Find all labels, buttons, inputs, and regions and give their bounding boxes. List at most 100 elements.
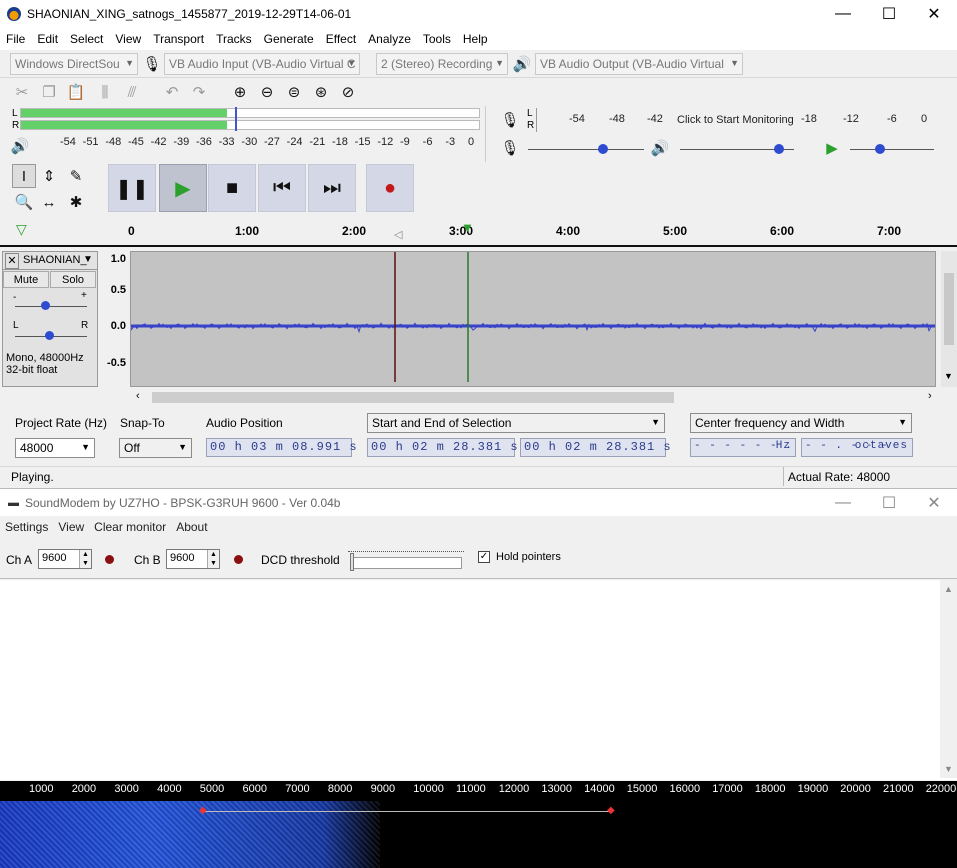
record-meter-microphone-icon[interactable]: 🎙: [498, 108, 522, 132]
playback-device-select[interactable]: VB Audio Output (VB-Audio Virtual ▼: [535, 53, 743, 75]
playback-volume-icon[interactable]: 🔊: [8, 134, 32, 158]
soundmodem-close-button[interactable]: ✕: [911, 489, 957, 517]
silence-audio-icon[interactable]: ⫻: [120, 80, 144, 104]
menu-file[interactable]: File: [0, 28, 31, 50]
undo-icon[interactable]: ↶: [160, 80, 184, 104]
menu-analyze[interactable]: Analyze: [362, 28, 417, 50]
pan-slider-thumb[interactable]: [45, 331, 54, 340]
monitor-scrollbar[interactable]: ▲ ▼: [940, 580, 957, 778]
record-meter-bar[interactable]: -54 -48 -42 Click to Start Monitoring -1…: [536, 108, 936, 132]
maximize-button[interactable]: ☐: [866, 0, 912, 28]
zoom-toggle-icon[interactable]: ⊘: [336, 80, 360, 104]
pause-button[interactable]: ❚❚: [108, 164, 156, 212]
playback-volume-thumb[interactable]: [774, 144, 784, 154]
spectral-selection-mode-select[interactable]: Center frequency and Width ▼: [690, 413, 912, 433]
scroll-left-icon[interactable]: ‹: [136, 390, 140, 402]
play-speed-slider[interactable]: [850, 149, 934, 150]
time-shift-tool-icon[interactable]: ↔: [37, 190, 61, 214]
vertical-scrollbar[interactable]: ▼: [941, 251, 957, 387]
horizontal-scrollbar[interactable]: ‹ ›: [130, 389, 940, 406]
zoom-tool-icon[interactable]: 🔍: [12, 190, 36, 214]
trim-audio-icon[interactable]: ⫼: [93, 80, 117, 104]
close-track-icon[interactable]: ✕: [5, 253, 19, 269]
multi-tool-icon[interactable]: ✱: [64, 190, 88, 214]
spinner-arrows-icon[interactable]: ▲ ▼: [207, 550, 219, 568]
skip-to-start-button[interactable]: ⏮: [258, 164, 306, 212]
recording-volume-thumb[interactable]: [598, 144, 608, 154]
selection-start-field[interactable]: 00 h 02 m 28.381 s: [367, 438, 518, 457]
scroll-down-icon[interactable]: ▼: [944, 764, 953, 774]
menu-about[interactable]: About: [171, 520, 212, 534]
recording-device-select[interactable]: VB Audio Input (VB-Audio Virtual C ▼: [164, 53, 360, 75]
channel-b-pointer-icon[interactable]: ◆: [607, 805, 615, 816]
audio-host-select[interactable]: Windows DirectSou ▼: [10, 53, 138, 75]
menu-transport[interactable]: Transport: [147, 28, 210, 50]
menu-help[interactable]: Help: [457, 28, 494, 50]
menu-view[interactable]: View: [109, 28, 147, 50]
horizontal-scroll-thumb[interactable]: [152, 392, 674, 403]
solo-button[interactable]: Solo: [50, 271, 96, 288]
record-button[interactable]: ●: [366, 164, 414, 212]
envelope-tool-icon[interactable]: ⇕: [37, 164, 61, 188]
minimize-button[interactable]: —: [820, 0, 866, 28]
gain-slider-thumb[interactable]: [41, 301, 50, 310]
center-frequency-field[interactable]: - - - - - - . - - Hz: [690, 438, 822, 457]
menu-settings[interactable]: Settings: [0, 520, 53, 534]
redo-icon[interactable]: ↷: [187, 80, 211, 104]
selection-tool-icon[interactable]: I: [12, 164, 36, 188]
waterfall-display[interactable]: ◆ ◆: [0, 801, 957, 868]
scroll-right-icon[interactable]: ›: [928, 390, 932, 402]
playback-meter-left-channel[interactable]: [20, 107, 480, 121]
fit-selection-icon[interactable]: ⊜: [282, 80, 306, 104]
timeline-ruler[interactable]: ▽ 0 1:00 2:00 3:00 4:00 5:00 6:00 7:00 ◁ ▼: [0, 219, 957, 247]
menu-effect[interactable]: Effect: [320, 28, 362, 50]
play-button[interactable]: ▶: [159, 164, 207, 212]
mute-button[interactable]: Mute: [3, 271, 49, 288]
soundmodem-maximize-button[interactable]: ☐: [866, 489, 912, 517]
track-name[interactable]: SHAONIAN_: [23, 254, 87, 266]
selection-mode-select[interactable]: Start and End of Selection ▼: [367, 413, 665, 433]
recording-channels-select[interactable]: 2 (Stereo) Recording ▼: [376, 53, 508, 75]
fit-project-icon[interactable]: ⊛: [309, 80, 333, 104]
close-button[interactable]: ✕: [911, 0, 957, 28]
stop-button[interactable]: ■: [208, 164, 256, 212]
track-name-bar[interactable]: ✕ SHAONIAN_ ▼: [3, 252, 97, 270]
menu-clear-monitor[interactable]: Clear monitor: [89, 520, 171, 534]
channel-a-spinner[interactable]: 9600 ▲ ▼: [38, 549, 92, 569]
zoom-in-icon[interactable]: ⊕: [228, 80, 252, 104]
gain-slider[interactable]: [15, 306, 87, 307]
soundmodem-minimize-button[interactable]: —: [820, 489, 866, 517]
play-speed-thumb[interactable]: [875, 144, 885, 154]
menu-tools[interactable]: Tools: [417, 28, 457, 50]
recording-volume-slider[interactable]: [528, 149, 644, 150]
menu-generate[interactable]: Generate: [258, 28, 320, 50]
cut-icon[interactable]: ✂: [10, 80, 34, 104]
copy-icon[interactable]: ❐: [37, 80, 61, 104]
menu-edit[interactable]: Edit: [31, 28, 64, 50]
dcd-threshold-slider[interactable]: [348, 545, 464, 573]
waveform-display[interactable]: [130, 251, 936, 387]
scroll-up-icon[interactable]: ▲: [944, 584, 953, 594]
menu-view[interactable]: View: [53, 520, 89, 534]
hold-pointers-checkbox[interactable]: ✓: [478, 551, 490, 563]
draw-tool-icon[interactable]: ✎: [64, 164, 88, 188]
skip-to-end-button[interactable]: ⏭: [308, 164, 356, 212]
snap-to-select[interactable]: Off ▼: [119, 438, 192, 458]
channel-b-spinner[interactable]: 9600 ▲ ▼: [166, 549, 220, 569]
zoom-out-icon[interactable]: ⊖: [255, 80, 279, 104]
channel-a-pointer-icon[interactable]: ◆: [199, 805, 207, 816]
click-to-start-monitoring[interactable]: Click to Start Monitoring: [677, 114, 794, 126]
audio-position-field[interactable]: 00 h 03 m 08.991 s: [206, 438, 357, 457]
menu-select[interactable]: Select: [64, 28, 109, 50]
project-rate-select[interactable]: 48000 ▼: [15, 438, 95, 458]
track-vertical-ruler[interactable]: 1.0 0.5 0.0 -0.5: [98, 251, 130, 387]
menu-tracks[interactable]: Tracks: [210, 28, 258, 50]
paste-icon[interactable]: 📋: [64, 80, 88, 104]
spinner-arrows-icon[interactable]: ▲ ▼: [79, 550, 91, 568]
monitor-text-area[interactable]: ▲ ▼: [0, 580, 957, 780]
bandwidth-field[interactable]: - - . - - - octaves: [801, 438, 913, 457]
selection-end-field[interactable]: 00 h 02 m 28.381 s: [520, 438, 671, 457]
play-at-speed-icon[interactable]: ▶: [820, 136, 844, 160]
playback-meter-right-channel[interactable]: [20, 117, 480, 131]
track-menu-chevron-icon[interactable]: ▼: [83, 254, 93, 265]
